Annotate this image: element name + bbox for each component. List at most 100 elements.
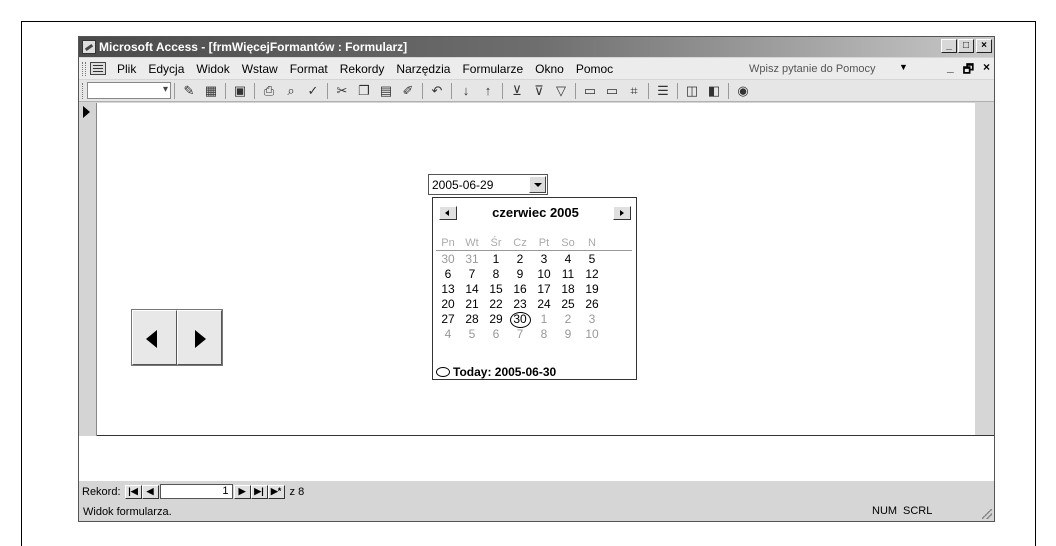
calendar-day[interactable]: 2 <box>508 252 532 267</box>
new-record-icon[interactable]: ▭ <box>581 82 599 100</box>
calendar-day[interactable]: 17 <box>532 282 556 297</box>
calendar-day[interactable]: 7 <box>460 267 484 282</box>
filter-selection-icon[interactable]: ⊻ <box>508 82 526 100</box>
calendar-day[interactable]: 25 <box>556 297 580 312</box>
help-icon[interactable]: ◉ <box>734 82 752 100</box>
calendar-day[interactable]: 23 <box>508 297 532 312</box>
maximize-button[interactable]: □ <box>958 39 974 53</box>
calendar-day[interactable]: 9 <box>508 267 532 282</box>
toolbar-grip[interactable] <box>82 82 85 99</box>
calendar-day[interactable]: 8 <box>484 267 508 282</box>
first-record-button[interactable]: |◀ <box>124 484 142 499</box>
previous-record-button[interactable] <box>132 310 177 365</box>
record-selector[interactable] <box>79 103 97 473</box>
preview-icon[interactable]: ⌕ <box>282 82 300 100</box>
next-record-button[interactable] <box>177 310 222 365</box>
menu-okno[interactable]: Okno <box>529 62 570 76</box>
filter-form-icon[interactable]: ⊽ <box>530 82 548 100</box>
menu-edycja[interactable]: Edycja <box>142 62 190 76</box>
calendar-day[interactable]: 6 <box>484 327 508 342</box>
calendar-day[interactable]: 8 <box>532 327 556 342</box>
calendar-day[interactable]: 1 <box>532 312 556 327</box>
calendar-day[interactable]: 12 <box>580 267 604 282</box>
menu-rekordy[interactable]: Rekordy <box>334 62 391 76</box>
calendar-day[interactable]: 3 <box>532 252 556 267</box>
calendar-day[interactable]: 7 <box>508 327 532 342</box>
resize-grip-icon[interactable] <box>982 509 992 519</box>
calendar-day[interactable]: 5 <box>460 327 484 342</box>
calendar-day[interactable]: 10 <box>580 327 604 342</box>
calendar-day[interactable]: 3 <box>580 312 604 327</box>
delete-record-icon[interactable]: ▭ <box>603 82 621 100</box>
find-icon[interactable]: ⌗ <box>625 82 643 100</box>
vertical-scroll-area[interactable] <box>975 103 994 435</box>
calendar-day[interactable]: 22 <box>484 297 508 312</box>
calendar-day[interactable]: 14 <box>460 282 484 297</box>
copy-icon[interactable]: ❐ <box>355 82 373 100</box>
calendar-day[interactable]: 30 <box>436 252 460 267</box>
today-label[interactable]: Today: 2005-06-30 <box>453 365 556 379</box>
save-icon[interactable]: ▣ <box>231 82 249 100</box>
next-record-nav-button[interactable]: ▶ <box>233 484 251 499</box>
next-month-button[interactable] <box>613 206 631 220</box>
calendar-day[interactable]: 2 <box>556 312 580 327</box>
record-number-input[interactable]: 1 <box>159 484 233 499</box>
today-link[interactable]: Today: 2005-06-30 <box>436 364 632 379</box>
menu-widok[interactable]: Widok <box>190 62 235 76</box>
calendar-day[interactable]: 26 <box>580 297 604 312</box>
close-button[interactable]: × <box>976 39 992 53</box>
calendar-day[interactable]: 20 <box>436 297 460 312</box>
calendar-day[interactable]: 4 <box>436 327 460 342</box>
calendar-day-today[interactable]: 30 <box>508 312 532 328</box>
cut-icon[interactable]: ✂ <box>333 82 351 100</box>
apply-filter-icon[interactable]: ▽ <box>552 82 570 100</box>
access-key-icon[interactable] <box>82 40 96 54</box>
calendar-day[interactable]: 31 <box>460 252 484 267</box>
date-combo[interactable]: 2005-06-29 <box>428 174 548 195</box>
format-painter-icon[interactable]: ✐ <box>399 82 417 100</box>
paste-icon[interactable]: ▤ <box>377 82 395 100</box>
prev-month-button[interactable] <box>439 206 457 220</box>
calendar-day[interactable]: 24 <box>532 297 556 312</box>
spelling-icon[interactable]: ✓ <box>304 82 322 100</box>
help-dropdown-icon[interactable]: ▼ <box>899 62 908 72</box>
sort-desc-icon[interactable]: ↑ <box>479 82 497 100</box>
last-record-button[interactable]: ▶| <box>250 484 268 499</box>
calendar-day[interactable]: 4 <box>556 252 580 267</box>
view-icon[interactable]: ✎ <box>180 82 198 100</box>
calendar-day[interactable]: 9 <box>556 327 580 342</box>
help-question-input[interactable]: Wpisz pytanie do Pomocy <box>746 61 896 77</box>
menu-plik[interactable]: Plik <box>111 62 142 76</box>
undo-icon[interactable]: ↶ <box>428 82 446 100</box>
doc-restore-button[interactable]: 🗗 <box>963 60 974 81</box>
menu-formularze[interactable]: Formularze <box>456 62 529 76</box>
calendar-day[interactable]: 6 <box>436 267 460 282</box>
calendar-day[interactable]: 1 <box>484 252 508 267</box>
new-record-nav-button[interactable]: ▶* <box>267 484 285 499</box>
calendar-day[interactable]: 10 <box>532 267 556 282</box>
calendar-day[interactable]: 15 <box>484 282 508 297</box>
calendar-day[interactable]: 28 <box>460 312 484 327</box>
doc-minimize-button[interactable]: _ <box>947 60 954 81</box>
calendar-day[interactable]: 19 <box>580 282 604 297</box>
calendar-day[interactable]: 11 <box>556 267 580 282</box>
datasheet-icon[interactable]: ▦ <box>202 82 220 100</box>
minimize-button[interactable]: _ <box>941 39 957 53</box>
database-window-icon[interactable]: ◫ <box>683 82 701 100</box>
form-document-icon[interactable] <box>90 62 106 75</box>
date-value[interactable]: 2005-06-29 <box>432 178 493 192</box>
calendar-day[interactable]: 13 <box>436 282 460 297</box>
calendar-day-selected[interactable]: 29 <box>484 312 508 327</box>
calendar-day[interactable]: 5 <box>580 252 604 267</box>
doc-close-button[interactable]: × <box>983 60 990 81</box>
prev-record-nav-button[interactable]: ◀ <box>141 484 159 499</box>
menu-wstaw[interactable]: Wstaw <box>236 62 284 76</box>
menu-pomoc[interactable]: Pomoc <box>570 62 619 76</box>
menu-grip[interactable] <box>82 61 86 76</box>
calendar-day[interactable]: 27 <box>436 312 460 327</box>
menu-narzedzia[interactable]: Narzędzia <box>390 62 456 76</box>
properties-icon[interactable]: ☰ <box>654 82 672 100</box>
calendar-day[interactable]: 16 <box>508 282 532 297</box>
new-object-icon[interactable]: ◧ <box>705 82 723 100</box>
date-dropdown-button[interactable] <box>529 176 546 193</box>
